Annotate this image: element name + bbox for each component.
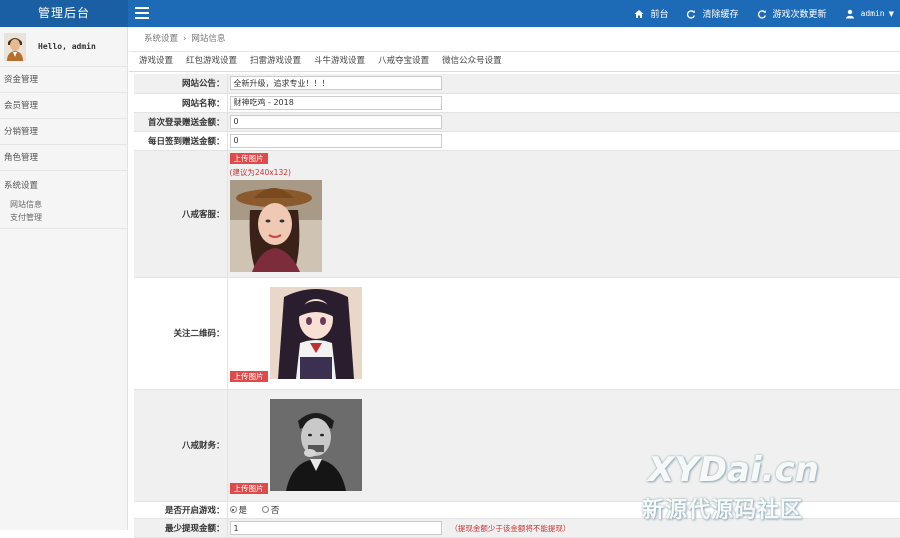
game-switch-yes-label: 是 <box>239 504 248 516</box>
min-withdraw-input[interactable] <box>230 521 442 535</box>
tab-game-settings[interactable]: 游戏设置 <box>134 52 178 71</box>
user-menu[interactable]: admin ▼ <box>845 9 894 19</box>
daily-checkin-input[interactable] <box>230 134 442 148</box>
chevron-down-icon: ▼ <box>889 10 894 18</box>
sidebar-subitem-payment[interactable]: 支付管理 <box>4 211 127 224</box>
top-navbar: 管理后台 前台 清除缓存 游戏次数更新 admin ▼ <box>0 0 900 27</box>
form-row-site-name: 网站名称： <box>134 93 900 112</box>
min-withdraw-label: 最少提现金额： <box>134 519 227 538</box>
game-switch-no-label: 否 <box>271 504 280 516</box>
radio-checked-icon <box>230 506 237 513</box>
game-switch-no[interactable]: 否 <box>262 504 280 516</box>
radio-unchecked-icon <box>262 506 269 513</box>
min-withdraw-warning: （提现金额少于该金额将不能提现） <box>450 524 570 533</box>
sidebar-item-roles[interactable]: 角色管理 <box>0 145 127 171</box>
service-size-hint: (建议为240x132) <box>230 167 900 178</box>
user-name: admin <box>861 9 885 18</box>
form-row-announcement: 网站公告： <box>134 74 900 93</box>
update-games-link[interactable]: 游戏次数更新 <box>757 7 827 20</box>
first-login-input[interactable] <box>230 115 442 129</box>
clear-cache-link[interactable]: 清除缓存 <box>686 7 738 20</box>
site-name-input[interactable] <box>230 96 442 110</box>
form-row-qrcode: 关注二维码： 上传图片 <box>134 277 900 389</box>
sidebar-item-members[interactable]: 会员管理 <box>0 93 127 119</box>
form-row-min-withdraw: 最少提现金额： （提现金额少于该金额将不能提现） <box>134 519 900 538</box>
user-panel: Hello, admin <box>0 27 127 67</box>
tab-wechat-settings[interactable]: 微信公众号设置 <box>437 52 507 71</box>
greeting-text: Hello, admin <box>38 42 96 51</box>
site-info-form: 网站公告： 网站名称： 首次登录赠送金额： 每日签到赠送金额： 八戒客服： 上传… <box>134 74 900 538</box>
form-row-game-switch: 是否开启游戏： 是 否 <box>134 501 900 519</box>
service-label: 八戒客服： <box>134 150 227 277</box>
qrcode-label: 关注二维码： <box>134 277 227 389</box>
settings-tabs: 游戏设置 红包游戏设置 扫雷游戏设置 斗牛游戏设置 八戒夺宝设置 微信公众号设置 <box>129 52 900 72</box>
daily-checkin-label: 每日签到赠送金额： <box>134 131 227 150</box>
tab-treasure-settings[interactable]: 八戒夺宝设置 <box>373 52 434 71</box>
tab-redpacket-settings[interactable]: 红包游戏设置 <box>181 52 242 71</box>
sidebar: Hello, admin 资金管理 会员管理 分销管理 角色管理 系统设置 网站… <box>0 27 128 530</box>
breadcrumb-root[interactable]: 系统设置 <box>144 34 178 44</box>
sidebar-item-funds[interactable]: 资金管理 <box>0 67 127 93</box>
update-games-label: 游戏次数更新 <box>773 7 827 20</box>
main-content: 系统设置 › 网站信息 游戏设置 红包游戏设置 扫雷游戏设置 斗牛游戏设置 八戒夺宝… <box>129 27 900 530</box>
first-login-label: 首次登录赠送金额： <box>134 112 227 131</box>
form-row-service: 八戒客服： 上传图片 (建议为240x132) <box>134 150 900 277</box>
qrcode-image <box>270 287 362 379</box>
sidebar-subitem-site-info[interactable]: 网站信息 <box>4 198 127 211</box>
qrcode-upload-button[interactable]: 上传图片 <box>230 371 268 382</box>
finance-image <box>270 399 362 491</box>
service-upload-button[interactable]: 上传图片 <box>230 153 268 164</box>
refresh-icon <box>757 9 767 19</box>
form-row-daily-checkin: 每日签到赠送金额： <box>134 131 900 150</box>
announcement-label: 网站公告： <box>134 74 227 93</box>
breadcrumb: 系统设置 › 网站信息 <box>129 27 900 52</box>
tab-minesweeper-settings[interactable]: 扫雷游戏设置 <box>245 52 306 71</box>
finance-upload-button[interactable]: 上传图片 <box>230 483 268 494</box>
breadcrumb-separator: › <box>183 34 186 44</box>
top-links: 前台 清除缓存 游戏次数更新 admin ▼ <box>616 0 894 27</box>
home-link-label: 前台 <box>650 7 668 20</box>
sidebar-item-distribution[interactable]: 分销管理 <box>0 119 127 145</box>
form-row-first-login: 首次登录赠送金额： <box>134 112 900 131</box>
finance-label: 八戒财务： <box>134 389 227 501</box>
home-link[interactable]: 前台 <box>634 7 668 20</box>
site-name-label: 网站名称： <box>134 93 227 112</box>
game-switch-yes[interactable]: 是 <box>230 504 248 516</box>
sidebar-group-system: 系统设置 网站信息 支付管理 <box>0 171 127 229</box>
avatar <box>4 33 26 61</box>
form-row-finance: 八戒财务： 上传图片 <box>134 389 900 501</box>
brand-title[interactable]: 管理后台 <box>0 0 128 27</box>
sidebar-item-system-settings[interactable]: 系统设置 <box>4 179 127 191</box>
announcement-input[interactable] <box>230 76 442 90</box>
menu-toggle-icon[interactable] <box>135 7 149 19</box>
refresh-icon <box>686 9 696 19</box>
user-icon <box>845 9 855 19</box>
clear-cache-label: 清除缓存 <box>702 7 738 20</box>
home-icon <box>634 9 644 19</box>
game-switch-label: 是否开启游戏： <box>134 501 227 519</box>
service-image <box>230 180 322 272</box>
breadcrumb-current: 网站信息 <box>191 34 225 44</box>
tab-niuniu-settings[interactable]: 斗牛游戏设置 <box>309 52 370 71</box>
